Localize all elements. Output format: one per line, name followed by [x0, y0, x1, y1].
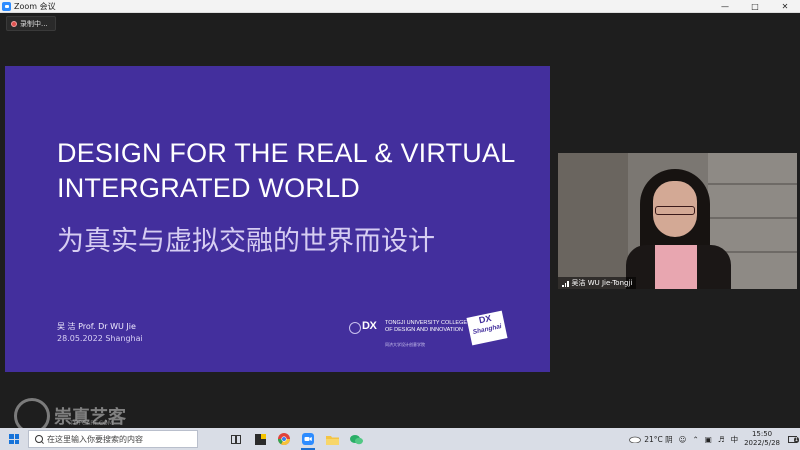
- slide-date: 28.05.2022 Shanghai: [57, 334, 143, 343]
- signal-strength-icon: [562, 280, 569, 287]
- network-icon[interactable]: ▣: [705, 435, 712, 444]
- recording-indicator[interactable]: 录制中...: [6, 16, 56, 31]
- tongji-seal-icon: [349, 322, 361, 334]
- taskbar-clock[interactable]: 15:50 2022/5/28: [744, 430, 780, 448]
- slide-author: 吴 洁 Prof. Dr WU Jie: [57, 322, 136, 331]
- window-title: Zoom 会议: [14, 1, 56, 11]
- shared-screen-slide: DESIGN FOR THE REAL & VIRTUAL INTERGRATE…: [5, 66, 550, 372]
- slide-title-chinese: 为真实与虚拟交融的世界而设计: [57, 226, 435, 257]
- task-view-icon[interactable]: [224, 428, 248, 450]
- participant-glasses: [655, 206, 695, 215]
- weather-widget[interactable]: 21°C 阴: [629, 434, 673, 445]
- zoom-icon[interactable]: [296, 428, 320, 450]
- shelf-line: [708, 183, 797, 185]
- windows-logo-icon: [9, 434, 19, 444]
- watermark-subtext: TOPCART.COM: [70, 420, 113, 427]
- clock-date: 2022/5/28: [744, 439, 780, 447]
- university-logo-subtext: 同济大学设计创意学院: [385, 342, 425, 347]
- participant-shirt: [655, 245, 697, 289]
- notification-count: 1: [793, 437, 799, 443]
- dxi-logo: DX: [362, 320, 377, 332]
- show-hidden-icons-chevron[interactable]: ⌃: [692, 435, 698, 444]
- notification-center-button[interactable]: 1: [784, 428, 800, 450]
- chrome-icon[interactable]: [272, 428, 296, 450]
- dx-shanghai-badge: DX Shanghai: [466, 310, 508, 346]
- video-background-wall: [558, 153, 628, 289]
- wechat-icon[interactable]: [344, 428, 368, 450]
- taskbar-search-box[interactable]: 在这里输入你要搜索的内容: [28, 430, 198, 448]
- sticky-app-icon[interactable]: [248, 428, 272, 450]
- window-titlebar: Zoom 会议 — □ ✕: [0, 0, 800, 13]
- system-tray: 21°C 阴 ☺ ⌃ ▣ ♬ 中 15:50 2022/5/28 1: [623, 428, 800, 450]
- shelf-line: [708, 217, 797, 219]
- close-button[interactable]: ✕: [770, 0, 800, 12]
- maximize-button[interactable]: □: [740, 0, 770, 12]
- participant-video-tile[interactable]: 吴洁 WU Jie-Tongji: [558, 153, 797, 289]
- recording-label: 录制中...: [20, 19, 48, 28]
- cloud-icon: [629, 436, 642, 443]
- participant-name: 吴洁 WU Jie-Tongji: [571, 279, 633, 287]
- input-method-indicator[interactable]: 中: [731, 434, 739, 445]
- search-placeholder: 在这里输入你要搜索的内容: [47, 434, 143, 444]
- search-icon: [35, 435, 43, 443]
- windows-taskbar: 在这里输入你要搜索的内容 21°C 阴 ☺ ⌃ ▣ ♬ 中 15:50 2022…: [0, 428, 800, 450]
- clock-time: 15:50: [751, 430, 773, 438]
- record-icon: [11, 20, 17, 27]
- university-logo-text: TONGJI UNIVERSITY COLLEGE OF DESIGN AND …: [385, 320, 468, 333]
- participant-name-tag: 吴洁 WU Jie-Tongji: [558, 277, 637, 289]
- minimize-button[interactable]: —: [710, 0, 740, 12]
- volume-icon[interactable]: ♬: [718, 435, 725, 444]
- file-explorer-icon[interactable]: [320, 428, 344, 450]
- slide-title-english: DESIGN FOR THE REAL & VIRTUAL INTERGRATE…: [57, 138, 515, 203]
- zoom-app-icon: [2, 1, 11, 11]
- taskbar-apps: [224, 428, 368, 450]
- weather-text: 21°C 阴: [644, 434, 673, 444]
- people-icon[interactable]: ☺: [679, 435, 687, 444]
- window-controls: — □ ✕: [710, 0, 800, 12]
- start-button[interactable]: [0, 428, 28, 450]
